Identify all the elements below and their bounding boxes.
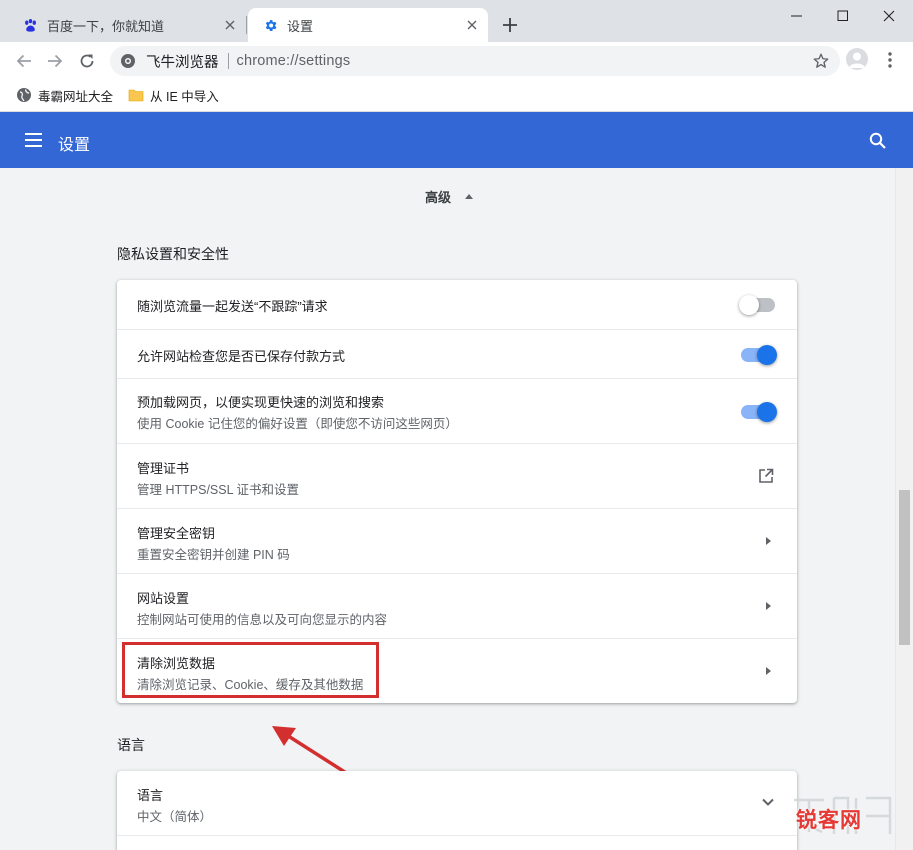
- scrollbar-thumb[interactable]: [899, 490, 910, 645]
- bookmark-star-icon[interactable]: [812, 52, 830, 70]
- tab-title: 百度一下，你就知道: [47, 18, 165, 34]
- bookmark-label: 毒霸网址大全: [38, 89, 114, 104]
- tab-settings[interactable]: 设置: [248, 8, 488, 42]
- chevron-right-icon: [766, 602, 771, 610]
- row-payment-methods[interactable]: 允许网站检查您是否已保存付款方式: [117, 329, 797, 378]
- tab-title: 设置: [287, 18, 314, 34]
- address-bar[interactable]: 飞牛浏览器 chrome://settings: [110, 46, 840, 76]
- row-manage-certificates[interactable]: 管理证书 管理 HTTPS/SSL 证书和设置: [117, 443, 797, 508]
- close-tab-icon[interactable]: [222, 17, 238, 33]
- chevron-down-icon[interactable]: [761, 795, 775, 809]
- more-vert-icon: [888, 52, 892, 68]
- minimize-icon: [791, 15, 802, 17]
- url-text[interactable]: chrome://settings: [237, 53, 351, 69]
- scrollbar[interactable]: [895, 168, 913, 850]
- payment-methods-toggle[interactable]: [741, 345, 777, 365]
- do-not-track-toggle[interactable]: [739, 295, 775, 315]
- row-label: 网站设置: [137, 591, 190, 606]
- advanced-toggle[interactable]: 高级: [425, 187, 474, 206]
- new-tab-button[interactable]: [499, 14, 521, 36]
- preload-toggle[interactable]: [741, 402, 777, 422]
- highlight-annotation: [122, 642, 379, 698]
- plus-icon: [503, 18, 517, 32]
- row-security-keys[interactable]: 管理安全密钥 重置安全密钥并创建 PIN 码: [117, 508, 797, 573]
- maximize-button[interactable]: [820, 0, 866, 32]
- folder-icon: [128, 89, 144, 102]
- back-button[interactable]: [10, 47, 38, 75]
- privacy-card: 随浏览流量一起发送“不跟踪”请求 允许网站检查您是否已保存付款方式 预加载网页，…: [117, 280, 797, 703]
- close-icon: [883, 10, 895, 22]
- settings-header: 设置: [0, 112, 913, 168]
- collapse-arrow-icon: [465, 194, 474, 199]
- row-sublabel: 重置安全密钥并创建 PIN 码: [137, 548, 290, 562]
- row-spellcheck[interactable]: [117, 835, 797, 850]
- row-preload[interactable]: 预加载网页，以便实现更快速的浏览和搜索 使用 Cookie 记住您的偏好设置（即…: [117, 378, 797, 443]
- settings-gear-icon: [262, 17, 278, 33]
- row-label: 随浏览流量一起发送“不跟踪”请求: [137, 299, 328, 314]
- minimize-button[interactable]: [774, 0, 820, 32]
- site-info-icon: [121, 54, 135, 68]
- chevron-right-icon: [766, 537, 771, 545]
- close-window-button[interactable]: [866, 0, 912, 32]
- chevron-right-icon: [766, 667, 771, 675]
- menu-icon[interactable]: [25, 131, 45, 149]
- external-link-icon[interactable]: [757, 467, 775, 485]
- watermark-text: 锐客网: [796, 809, 862, 832]
- reload-icon: [80, 54, 94, 68]
- profile-avatar[interactable]: [846, 48, 868, 70]
- row-sublabel: 中文（简体）: [137, 810, 213, 824]
- row-label: 管理安全密钥: [137, 526, 216, 541]
- browser-menu-button[interactable]: [880, 50, 900, 70]
- row-do-not-track[interactable]: 随浏览流量一起发送“不跟踪”请求: [117, 280, 797, 329]
- tab-baidu[interactable]: 百度一下，你就知道: [8, 8, 246, 42]
- section-title-languages: 语言: [117, 737, 145, 753]
- tab-strip: 百度一下，你就知道 设置: [0, 0, 913, 42]
- languages-card: 语言 中文（简体）: [117, 771, 797, 850]
- advanced-label: 高级: [425, 190, 452, 205]
- close-tab-icon[interactable]: [464, 17, 480, 33]
- row-site-settings[interactable]: 网站设置 控制网站可使用的信息以及可向您显示的内容: [117, 573, 797, 638]
- page-title: 设置: [58, 137, 91, 154]
- bookmark-folder[interactable]: 从 IE 中导入: [128, 85, 219, 105]
- bookmarks-bar: 毒霸网址大全 从 IE 中导入: [0, 79, 913, 112]
- browser-toolbar: 飞牛浏览器 chrome://settings: [0, 42, 913, 79]
- row-language[interactable]: 语言 中文（简体）: [117, 771, 797, 835]
- forward-button[interactable]: [41, 47, 69, 75]
- maximize-icon: [837, 10, 848, 21]
- bookmark-label: 从 IE 中导入: [150, 89, 219, 104]
- tab-separator: [246, 16, 247, 34]
- settings-content: 高级 隐私设置和安全性 随浏览流量一起发送“不跟踪”请求 允许网站检查您是否已保…: [0, 168, 913, 850]
- back-arrow-icon: [16, 54, 31, 68]
- row-label: 预加载网页，以便实现更快速的浏览和搜索: [137, 395, 385, 410]
- avatar-person-icon: [849, 52, 865, 68]
- row-label: 管理证书: [137, 461, 190, 476]
- row-sublabel: 控制网站可使用的信息以及可向您显示的内容: [137, 613, 388, 627]
- section-title-privacy: 隐私设置和安全性: [117, 246, 229, 262]
- row-sublabel: 管理 HTTPS/SSL 证书和设置: [137, 483, 300, 497]
- row-label: 语言: [137, 788, 164, 803]
- globe-icon: [17, 88, 31, 102]
- omnibox-divider: [227, 53, 229, 69]
- baidu-paw-icon: [22, 17, 38, 33]
- bookmark-item[interactable]: 毒霸网址大全: [16, 85, 113, 105]
- row-label: 允许网站检查您是否已保存付款方式: [137, 349, 346, 364]
- browser-name: 飞牛浏览器: [146, 54, 219, 71]
- forward-arrow-icon: [48, 54, 63, 68]
- search-icon[interactable]: [868, 131, 888, 151]
- row-sublabel: 使用 Cookie 记住您的偏好设置（即使您不访问这些网页）: [137, 417, 458, 431]
- reload-button[interactable]: [73, 47, 101, 75]
